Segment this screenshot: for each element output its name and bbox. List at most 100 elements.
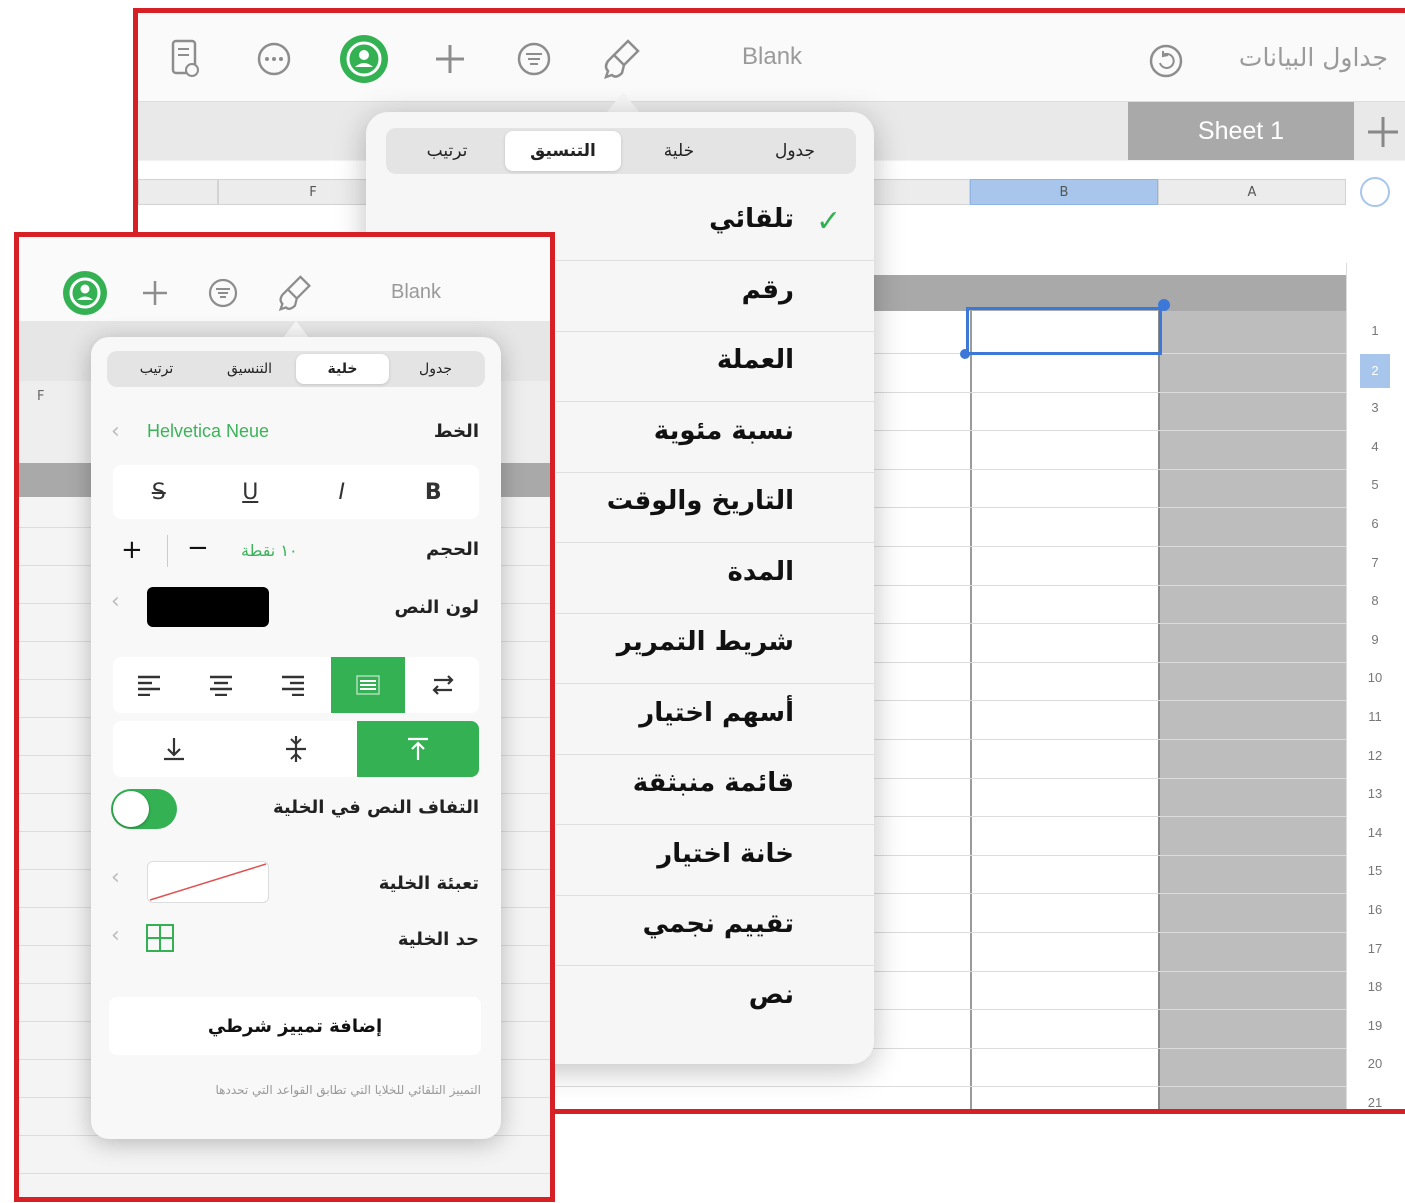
tab-cell[interactable]: خلية [296, 354, 389, 384]
format-brush-icon[interactable] [600, 35, 644, 83]
app-title[interactable]: جداول البيانات [1218, 43, 1388, 72]
tab-format[interactable]: التنسيق [203, 354, 296, 384]
add-icon[interactable] [137, 275, 173, 311]
document-title: Blank [742, 43, 803, 70]
format-option[interactable]: العملة [717, 345, 794, 375]
row-number[interactable]: 6 [1360, 516, 1390, 531]
row-number[interactable]: 7 [1360, 555, 1390, 570]
format-brush-icon[interactable] [275, 271, 315, 315]
align-top-icon[interactable] [357, 721, 479, 777]
strikethrough-button[interactable]: S [113, 465, 205, 519]
row-number[interactable]: 9 [1360, 632, 1390, 647]
row-number[interactable]: 2 [1360, 353, 1390, 388]
document-title: Blank [391, 281, 442, 303]
tab-table[interactable]: جدول [737, 131, 853, 171]
chevron-left-icon: ‹ [111, 865, 120, 890]
row-number[interactable]: 14 [1360, 825, 1390, 840]
format-option[interactable]: تقييم نجمي [643, 909, 794, 939]
front-window: Blank F جدول خلية التنسيق ترتيب ‹ Helvet… [14, 232, 555, 1202]
text-direction-icon[interactable] [407, 657, 479, 713]
row-number[interactable]: 15 [1360, 863, 1390, 878]
organize-icon[interactable] [205, 275, 241, 311]
column-header-b[interactable]: B [970, 179, 1158, 205]
chevron-left-icon: ‹ [111, 923, 120, 948]
add-sheet-icon[interactable] [1360, 109, 1405, 155]
format-option[interactable]: رقم [742, 275, 794, 305]
format-option[interactable]: التاريخ والوقت [607, 486, 794, 516]
wrap-text-label: التفاف النص في الخلية [272, 797, 479, 818]
cell-tab-control: جدول خلية التنسيق ترتيب [107, 351, 485, 387]
underline-button[interactable]: U [205, 465, 297, 519]
format-option[interactable]: شريط التمرير [617, 627, 794, 657]
toolbar: Blank [19, 237, 550, 321]
select-all-icon[interactable] [1360, 177, 1390, 207]
align-bottom-icon[interactable] [113, 721, 235, 777]
organize-icon[interactable] [514, 39, 554, 79]
row-number[interactable]: 8 [1360, 593, 1390, 608]
align-center-icon[interactable] [185, 657, 257, 713]
row-number[interactable]: 5 [1360, 477, 1390, 492]
column-header[interactable] [868, 179, 970, 205]
align-middle-icon[interactable] [235, 721, 357, 777]
format-option[interactable]: المدة [728, 557, 794, 587]
cell-fill-label: تعبئة الخلية [378, 873, 479, 894]
row-number[interactable]: 3 [1360, 400, 1390, 415]
tab-format[interactable]: التنسيق [505, 131, 621, 171]
format-option[interactable]: نص [749, 980, 794, 1010]
row-number[interactable]: 21 [1360, 1095, 1390, 1109]
collaborate-icon[interactable] [61, 269, 109, 317]
row-number[interactable]: 11 [1360, 709, 1390, 724]
add-conditional-highlight-button[interactable]: إضافة تمييز شرطي [109, 997, 481, 1055]
align-right-icon[interactable] [257, 657, 329, 713]
wrap-text-toggle[interactable] [111, 789, 177, 829]
conditional-footer-note: التمييز التلقائي للخلايا التي تطابق القو… [215, 1083, 481, 1097]
selection-handle[interactable] [960, 349, 970, 359]
cell-fill-swatch[interactable] [147, 861, 269, 903]
cell-border-label: حد الخلية [397, 929, 479, 950]
toolbar: Blank جداول البيانات [138, 13, 1405, 102]
selected-cell[interactable] [966, 307, 1162, 355]
text-color-swatch[interactable] [147, 587, 269, 627]
add-icon[interactable] [430, 39, 470, 79]
format-option[interactable]: أسهم اختيار [639, 698, 794, 728]
font-name[interactable]: Helvetica Neue [147, 421, 269, 442]
align-left-icon[interactable] [113, 657, 185, 713]
checkmark-icon: ✓ [816, 204, 842, 239]
format-option[interactable]: قائمة منبثقة [633, 768, 794, 798]
italic-button[interactable]: I [296, 465, 388, 519]
column-header-f[interactable]: F [37, 389, 44, 404]
row-number[interactable]: 18 [1360, 979, 1390, 994]
row-number[interactable]: 1 [1360, 323, 1390, 338]
row-number[interactable]: 12 [1360, 748, 1390, 763]
selection-handle[interactable] [1158, 299, 1170, 311]
size-minus-button[interactable]: − [187, 533, 209, 563]
align-justify-icon[interactable] [331, 657, 405, 713]
collaborate-icon[interactable] [338, 33, 390, 85]
undo-icon[interactable] [1146, 41, 1186, 81]
row-number-column: 12345678910111213141516171819202122 [1360, 223, 1390, 1109]
row-number[interactable]: 10 [1360, 670, 1390, 685]
tab-sheet-1[interactable]: Sheet 1 [1128, 102, 1354, 160]
tab-arrange[interactable]: ترتيب [110, 354, 203, 384]
tab-cell[interactable]: خلية [621, 131, 737, 171]
column-header-a[interactable]: A [1158, 179, 1346, 205]
font-size-value[interactable]: ١٠ نقطة [241, 541, 298, 560]
tab-arrange[interactable]: ترتيب [389, 131, 505, 171]
tab-table[interactable]: جدول [389, 354, 482, 384]
row-number[interactable]: 13 [1360, 786, 1390, 801]
row-number[interactable]: 17 [1360, 941, 1390, 956]
cell-border-icon[interactable] [145, 923, 177, 955]
more-icon[interactable] [254, 39, 294, 79]
document-icon[interactable] [166, 37, 206, 81]
row-number[interactable]: 20 [1360, 1056, 1390, 1071]
format-option[interactable]: تلقائي [709, 204, 794, 234]
row-number[interactable]: 4 [1360, 439, 1390, 454]
size-plus-button[interactable]: + [121, 535, 143, 565]
chevron-left-icon: ‹ [111, 419, 120, 444]
row-number[interactable]: 19 [1360, 1018, 1390, 1033]
column-header[interactable] [138, 179, 218, 205]
row-number[interactable]: 16 [1360, 902, 1390, 917]
format-option[interactable]: نسبة مئوية [654, 416, 794, 446]
bold-button[interactable]: B [388, 465, 480, 519]
format-option[interactable]: خانة اختيار [657, 839, 794, 869]
